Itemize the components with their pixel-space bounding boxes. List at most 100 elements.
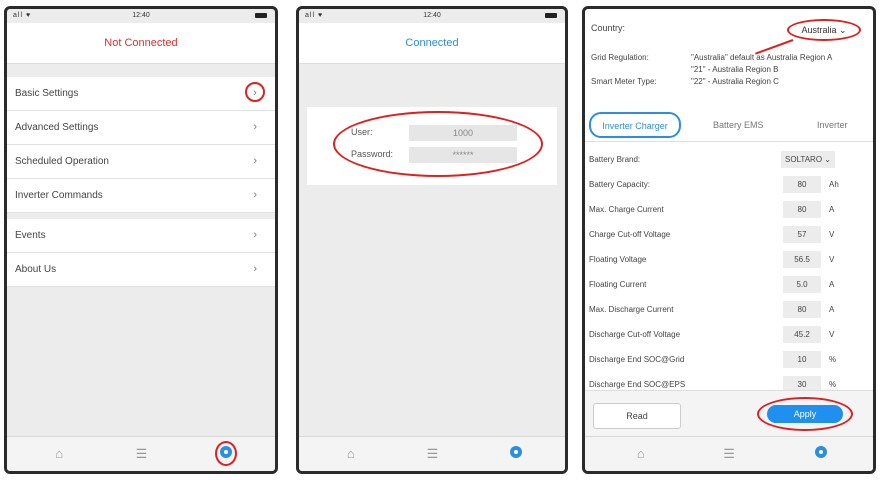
param-unit: A: [829, 305, 835, 314]
gear-icon[interactable]: [510, 446, 523, 461]
password-row: Password: ******: [347, 147, 517, 163]
country-select[interactable]: Australia ⌄: [787, 19, 861, 41]
gear-icon[interactable]: [814, 446, 827, 461]
highlight-ellipse: [333, 111, 543, 177]
bottom-tab-bar: ⌂ ☰: [299, 436, 565, 471]
menu-item-inverter-commands[interactable]: Inverter Commands ›: [7, 179, 275, 213]
param-unit: Ah: [829, 180, 839, 189]
sliders-icon[interactable]: ☰: [427, 446, 439, 462]
tab-inverter-charger[interactable]: Inverter Charger: [589, 112, 681, 138]
param-input[interactable]: 5.0: [783, 276, 821, 293]
param-label: Discharge End SOC@EPS: [589, 380, 686, 389]
page-title: Connected: [299, 23, 565, 64]
param-unit: V: [829, 330, 835, 339]
param-label: Discharge End SOC@Grid: [589, 355, 685, 364]
user-row: User: 1000: [347, 125, 517, 141]
menu-item-label: About Us: [15, 264, 57, 275]
param-row: Discharge Cut-off Voltage 45.2 V: [585, 322, 873, 347]
param-unit: A: [829, 205, 835, 214]
menu-item-basic-settings[interactable]: Basic Settings ›: [7, 77, 275, 111]
settings-menu: Basic Settings › Advanced Settings › Sch…: [7, 77, 275, 287]
menu-item-label: Basic Settings: [15, 88, 79, 99]
param-label: Battery Capacity:: [589, 180, 650, 189]
phone-screen-basic-settings: Country: Australia ⌄ Grid Regulation: "A…: [582, 6, 876, 474]
param-unit: V: [829, 255, 835, 264]
tab-inverter[interactable]: Inverter: [817, 109, 848, 141]
param-unit: %: [829, 380, 837, 389]
param-row: Discharge End SOC@Grid 10 %: [585, 347, 873, 372]
menu-item-about-us[interactable]: About Us ›: [7, 253, 275, 287]
chevron-right-icon: ›: [253, 155, 257, 167]
param-unit: V: [829, 230, 835, 239]
menu-item-label: Scheduled Operation: [15, 156, 109, 167]
param-label: Discharge Cut-off Voltage: [589, 330, 681, 339]
chevron-right-icon: ›: [253, 263, 257, 275]
grid-regulation-value-1: "Australia" default as Australia Region …: [691, 53, 833, 62]
user-field[interactable]: 1000: [409, 125, 517, 141]
battery-icon: [545, 13, 557, 18]
battery-brand-row: Battery Brand: SOLTARO ⌄: [585, 147, 873, 172]
param-label: Floating Current: [589, 280, 647, 289]
apply-button[interactable]: Apply: [767, 405, 843, 423]
param-label: Max. Discharge Current: [589, 305, 674, 314]
battery-brand-label: Battery Brand:: [589, 155, 641, 164]
param-input[interactable]: 80: [783, 201, 821, 218]
param-row: Max. Discharge Current 80 A: [585, 297, 873, 322]
home-icon[interactable]: ⌂: [347, 446, 355, 461]
param-input[interactable]: 56.5: [783, 251, 821, 268]
phone-screen-not-connected: all ♥ 12:40 Not Connected Basic Settings…: [4, 6, 278, 474]
menu-item-label: Advanced Settings: [15, 122, 99, 133]
password-field[interactable]: ******: [409, 147, 517, 163]
bottom-tab-bar: ⌂ ☰: [7, 436, 275, 471]
home-icon[interactable]: ⌂: [637, 446, 645, 461]
password-label: Password:: [351, 149, 394, 159]
param-input[interactable]: 80: [783, 301, 821, 318]
country-label: Country:: [591, 23, 626, 33]
status-time: 12:40: [423, 12, 441, 19]
action-bar: Read Apply: [585, 390, 873, 437]
bottom-tab-bar: ⌂ ☰: [585, 436, 873, 471]
login-panel: User: 1000 Password: ******: [307, 107, 557, 185]
battery-brand-select[interactable]: SOLTARO ⌄: [781, 151, 835, 168]
battery-icon: [255, 13, 267, 18]
menu-item-scheduled-operation[interactable]: Scheduled Operation ›: [7, 145, 275, 179]
menu-item-events[interactable]: Events ›: [7, 219, 275, 253]
smart-meter-row: Smart Meter Type: "22" - Australia Regio…: [591, 77, 779, 86]
param-label: Charge Cut-off Voltage: [589, 230, 671, 239]
chevron-right-icon: ›: [253, 121, 257, 133]
phone-screen-connected: all ♥ 12:40 Connected User: 1000 Passwor…: [296, 6, 568, 474]
param-label: Max. Charge Current: [589, 205, 664, 214]
menu-item-advanced-settings[interactable]: Advanced Settings ›: [7, 111, 275, 145]
grid-regulation-value-2: "21" - Australia Region B: [691, 65, 779, 74]
gear-icon[interactable]: [215, 441, 238, 466]
param-row: Charge Cut-off Voltage 57 V: [585, 222, 873, 247]
param-row: Max. Charge Current 80 A: [585, 197, 873, 222]
param-unit: %: [829, 355, 837, 364]
menu-item-label: Events: [15, 230, 46, 241]
param-unit: A: [829, 280, 835, 289]
sliders-icon[interactable]: ☰: [136, 446, 148, 462]
home-icon[interactable]: ⌂: [55, 446, 63, 461]
param-input[interactable]: 80: [783, 176, 821, 193]
tab-battery-ems[interactable]: Battery EMS: [713, 109, 764, 141]
param-input[interactable]: 10: [783, 351, 821, 368]
param-row: Battery Capacity: 80 Ah: [585, 172, 873, 197]
chevron-right-icon[interactable]: ›: [245, 82, 265, 102]
param-label: Floating Voltage: [589, 255, 647, 264]
chevron-right-icon: ›: [253, 229, 257, 241]
status-bar: all ♥ 12:40: [299, 9, 565, 23]
highlight-ellipse: Apply: [757, 397, 853, 431]
sliders-icon[interactable]: ☰: [723, 446, 735, 462]
read-button[interactable]: Read: [593, 403, 681, 429]
page-title: Not Connected: [7, 23, 275, 64]
user-label: User:: [351, 127, 373, 137]
param-row: Floating Current 5.0 A: [585, 272, 873, 297]
grid-regulation-label: Grid Regulation:: [591, 53, 649, 62]
param-input[interactable]: 45.2: [783, 326, 821, 343]
param-row: Floating Voltage 56.5 V: [585, 247, 873, 272]
settings-tabs: Inverter Charger Battery EMS Inverter: [585, 109, 873, 142]
param-input[interactable]: 57: [783, 226, 821, 243]
status-bar: all ♥ 12:40: [7, 9, 275, 23]
smart-meter-label: Smart Meter Type:: [591, 77, 657, 86]
menu-item-label: Inverter Commands: [15, 190, 103, 201]
